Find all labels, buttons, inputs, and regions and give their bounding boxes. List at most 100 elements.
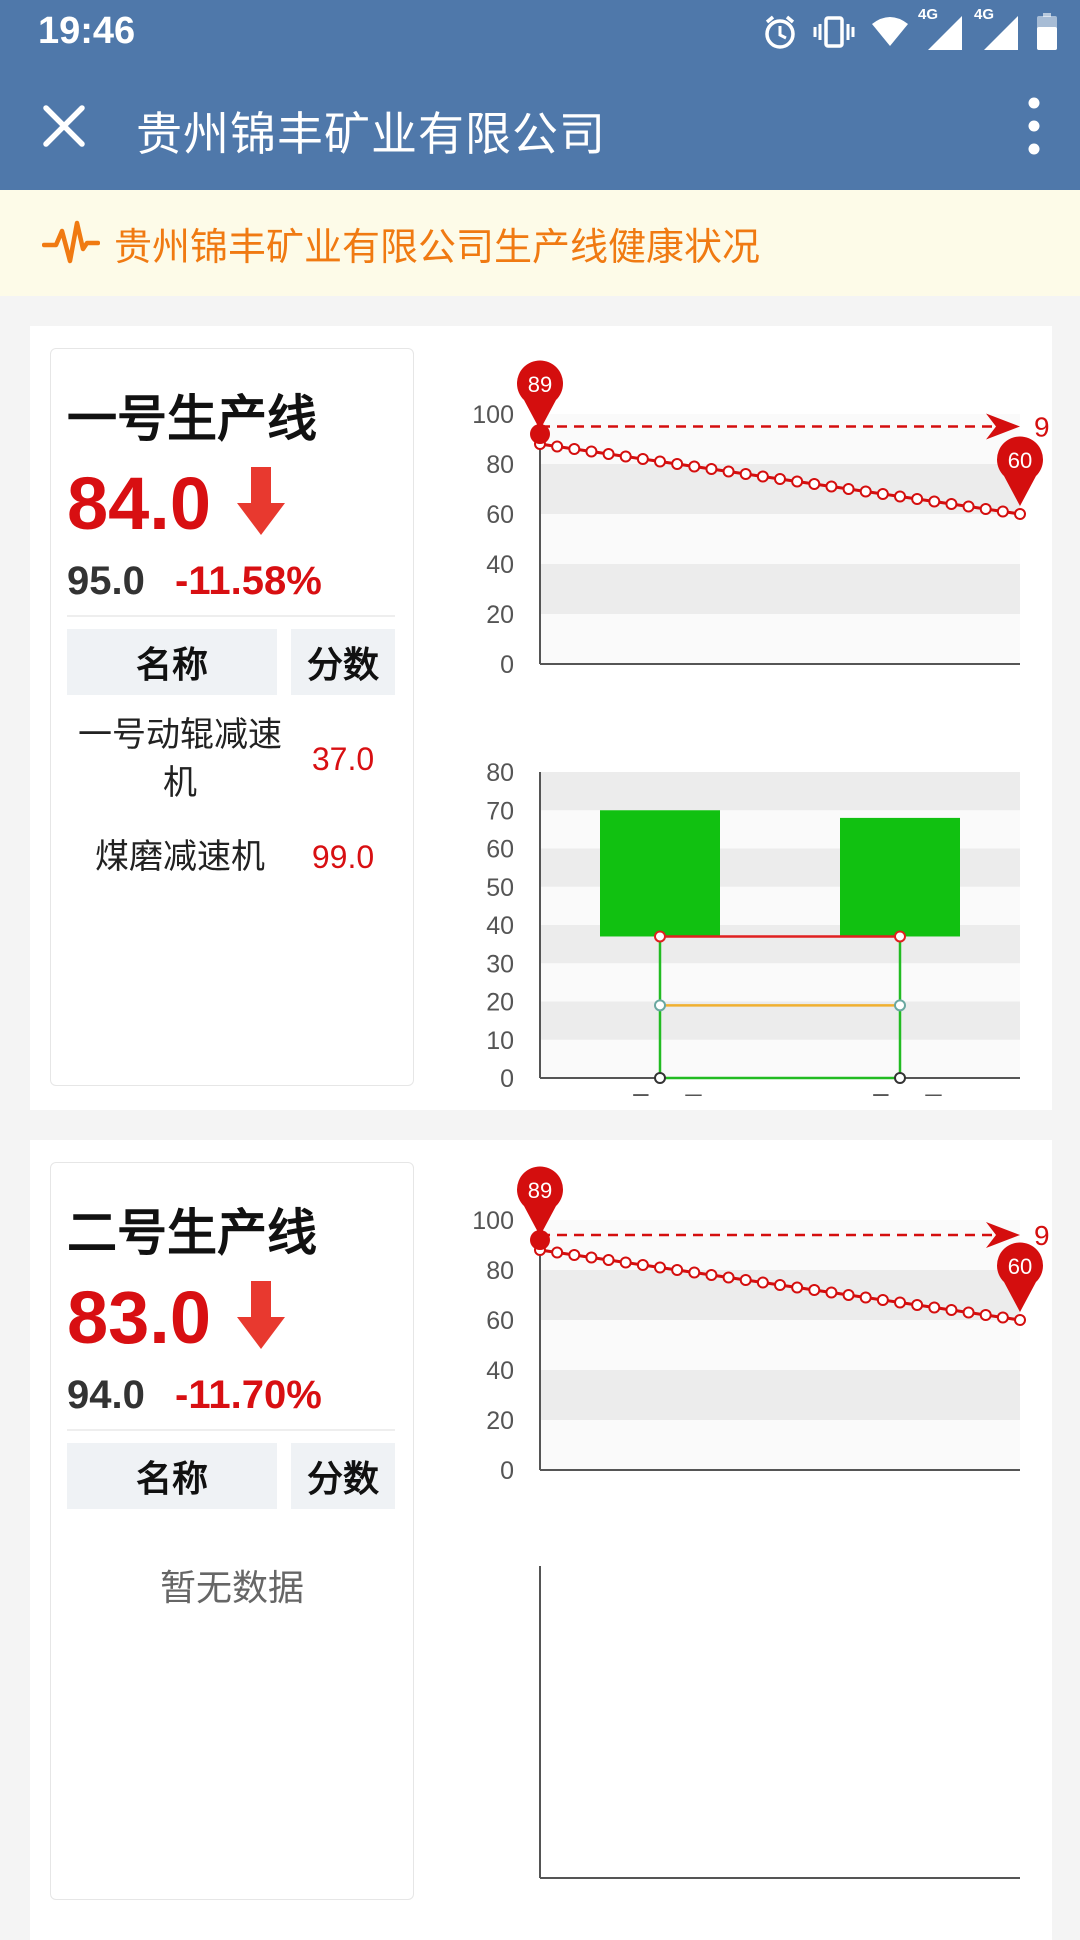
grid-band (540, 963, 1020, 1002)
range-point (654, 999, 666, 1012)
data-point (602, 1254, 615, 1266)
data-point (551, 1246, 564, 1259)
range-point (654, 1072, 666, 1084)
data-point (962, 500, 975, 513)
y-tick-label: 60 (486, 501, 514, 529)
banner-text: 贵州锦丰矿业有限公司生产线健康状况 (114, 226, 761, 269)
grid-band (540, 1370, 1020, 1420)
data-point (859, 1291, 872, 1304)
min-label: 60 (1008, 448, 1032, 473)
y-tick-label: 100 (472, 401, 514, 429)
data-point (825, 480, 838, 493)
data-point (585, 445, 598, 458)
line-name: 一号生产线 (67, 391, 317, 447)
candle-box (600, 810, 720, 937)
down-arrow-icon (237, 467, 285, 535)
data-point (585, 1251, 598, 1264)
pulse-icon (42, 220, 100, 264)
data-point (825, 1286, 838, 1299)
data-point (808, 1284, 821, 1296)
data-point (739, 1274, 752, 1286)
table-row-name: 煤磨减速机 (95, 838, 265, 876)
data-point (876, 488, 889, 500)
table-header-name: 名称 (67, 1443, 277, 1509)
more-options-icon[interactable] (1018, 94, 1050, 158)
status-bar: 19:46 4G 4G (0, 0, 1080, 64)
data-point (945, 498, 958, 510)
status-time: 19:46 (38, 10, 136, 52)
y-tick-label: 80 (486, 451, 514, 479)
data-point (791, 475, 804, 488)
y-tick-label: 100 (472, 1207, 514, 1235)
range-point (894, 930, 906, 943)
data-point (876, 1294, 889, 1306)
baseline-score: 95.0 (67, 559, 145, 603)
data-point (1014, 1314, 1026, 1326)
divider (67, 615, 395, 617)
y-tick-label: 10 (486, 1027, 514, 1055)
table-row-score: 99.0 (311, 839, 375, 875)
data-point (894, 490, 906, 503)
divider (67, 1429, 395, 1431)
close-icon[interactable] (36, 98, 92, 154)
table-header-name: 名称 (67, 629, 277, 695)
data-point (654, 455, 666, 468)
y-tick-label: 80 (486, 1257, 514, 1285)
max-label: 89 (528, 1178, 552, 1203)
data-point (1014, 508, 1026, 520)
health-trend-chart: 02040608010011:0111:0711:1311:1911:25958… (472, 360, 1050, 676)
line-summary-panel: 一号生产线 84.0 95.0 -11.58% 名称 分数 一号动辊减速机 37… (50, 348, 414, 1086)
grid-band (540, 772, 1020, 811)
battery-icon (1037, 13, 1057, 50)
data-point (996, 505, 1009, 518)
data-point (979, 1309, 992, 1321)
y-tick-label: 20 (486, 601, 514, 629)
data-point (842, 483, 855, 495)
line-score: 83.0 (67, 1276, 212, 1359)
data-point (722, 465, 735, 478)
x-tick-label: 3月22日 (614, 1092, 706, 1096)
data-point (722, 1271, 735, 1284)
data-point (619, 1256, 632, 1269)
markline-label: 94 (1034, 1220, 1050, 1251)
y-tick-label: 30 (486, 950, 514, 978)
data-point (962, 1306, 975, 1319)
range-point (894, 1072, 906, 1084)
data-point (808, 478, 821, 490)
page-title: 贵州锦丰矿业有限公司 (136, 108, 606, 160)
data-point (859, 485, 872, 498)
y-tick-label: 80 (486, 759, 514, 787)
data-point (636, 453, 649, 465)
candle-box (840, 817, 960, 937)
y-tick-label: 0 (500, 1457, 514, 1482)
y-tick-label: 40 (486, 1357, 514, 1385)
y-tick-label: 60 (486, 836, 514, 864)
line-name: 二号生产线 (67, 1205, 317, 1261)
signal-4g-a: 4G (918, 6, 966, 52)
y-tick-label: 0 (500, 1065, 514, 1093)
grid-band (540, 1039, 1020, 1078)
data-point (688, 1266, 701, 1279)
data-point (842, 1289, 855, 1301)
vibrate-icon (813, 16, 855, 48)
data-point (636, 1259, 649, 1271)
data-point (671, 458, 684, 470)
data-point (619, 450, 632, 463)
production-line-card: 二号生产线 83.0 94.0 -11.70% 名称 分数 暂无数据 0 20 40… (30, 1140, 1052, 1940)
empty-table-message: 暂无数据 (159, 1567, 304, 1608)
wifi-icon (872, 17, 908, 46)
data-point (756, 1276, 769, 1289)
data-point (688, 460, 701, 473)
data-point (602, 448, 615, 460)
y-tick-label: 20 (486, 1407, 514, 1435)
data-point (568, 1249, 581, 1261)
range-point (894, 999, 906, 1012)
table-header-score: 分数 (291, 629, 395, 695)
data-point (979, 503, 992, 515)
grid-band (540, 564, 1020, 614)
data-point (928, 495, 941, 508)
data-point (705, 1269, 718, 1281)
data-point (911, 493, 924, 505)
data-point (996, 1311, 1009, 1324)
data-point (945, 1304, 958, 1316)
